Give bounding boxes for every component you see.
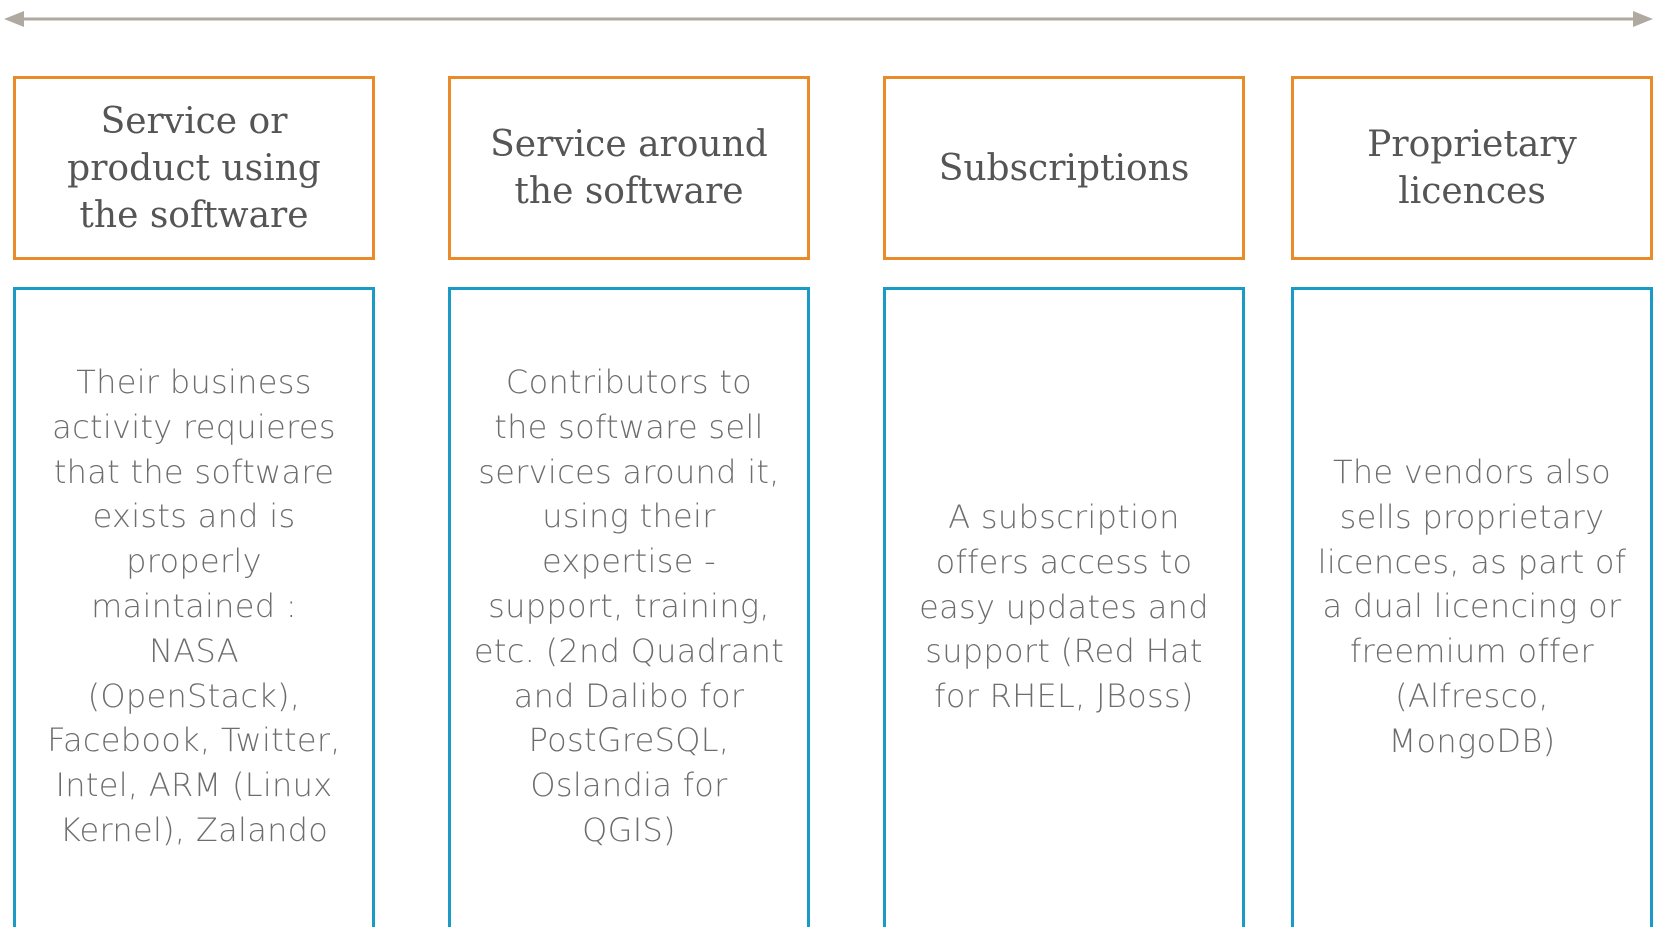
- heading-box-service-or-product: Service or product using the software: [13, 76, 375, 260]
- heading-box-service-around: Service around the software: [448, 76, 810, 260]
- description-box-proprietary-licences: The vendors also sells proprietary licen…: [1291, 287, 1653, 927]
- description-box-subscriptions: A subscription offers access to easy upd…: [883, 287, 1245, 927]
- heading-text: Subscriptions: [938, 147, 1190, 189]
- heading-box-subscriptions: Subscriptions: [883, 76, 1245, 260]
- heading-box-proprietary-licences: Proprietary licences: [1291, 76, 1653, 260]
- description-text: The vendors also sells proprietary licen…: [1317, 453, 1627, 760]
- heading-text: Service around the software: [490, 124, 768, 212]
- description-text: Their business activity requieres that t…: [47, 363, 341, 849]
- description-text: A subscription offers access to easy upd…: [919, 498, 1209, 716]
- double-headed-arrow: [4, 11, 1653, 27]
- heading-text: Proprietary licences: [1367, 124, 1577, 212]
- heading-text: Service or product using the software: [67, 100, 321, 236]
- description-box-service-around: Contributors to the software sell servic…: [448, 287, 810, 927]
- description-box-service-or-product: Their business activity requieres that t…: [13, 287, 375, 927]
- description-text: Contributors to the software sell servic…: [473, 363, 785, 849]
